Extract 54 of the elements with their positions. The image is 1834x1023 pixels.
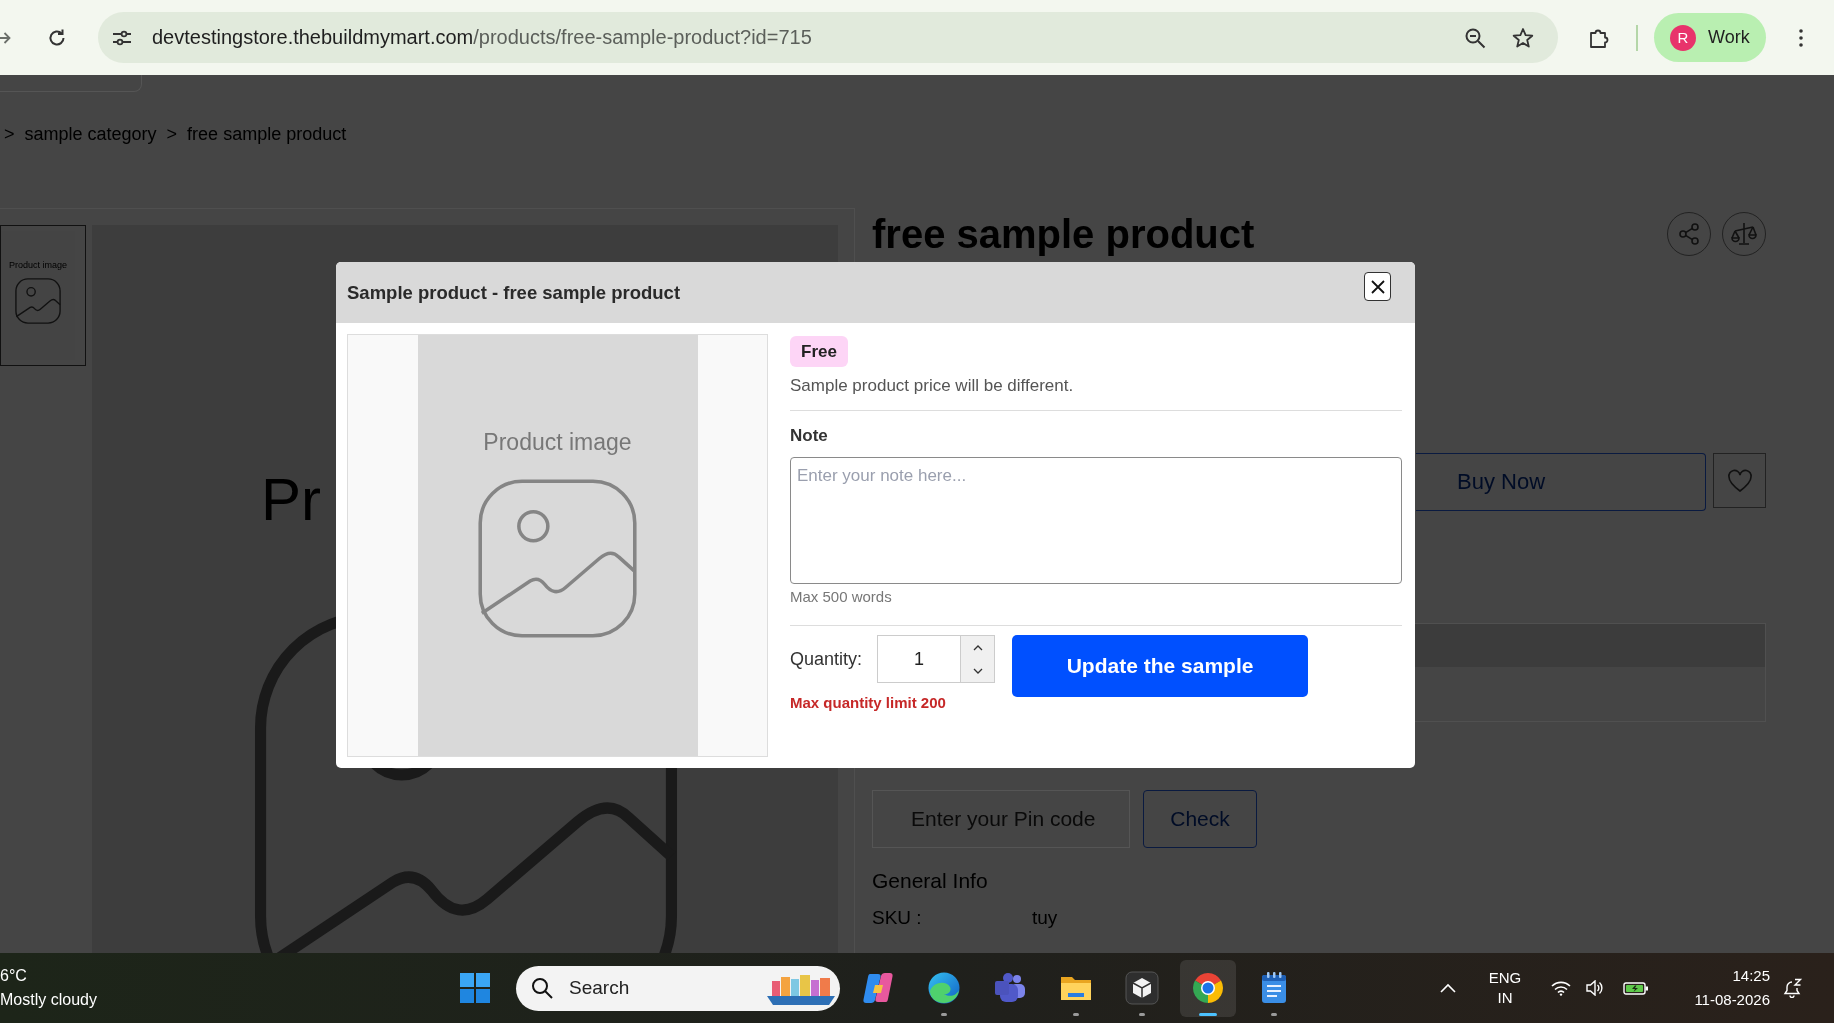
search-icon	[531, 977, 553, 999]
bell-snooze-icon[interactable]	[1783, 978, 1803, 998]
avatar: R	[1670, 24, 1696, 51]
zoom-out-icon[interactable]	[1464, 26, 1486, 49]
info-label: SKU :	[872, 906, 923, 930]
note-label: Note	[790, 426, 829, 446]
reload-icon[interactable]	[47, 27, 67, 48]
share-icon	[1676, 221, 1702, 247]
image-placeholder-icon	[15, 278, 61, 324]
clock-button[interactable]: 14:25 11-08-2026	[1670, 964, 1770, 1012]
note-field[interactable]: Enter your note here...	[790, 457, 1402, 584]
weather-temperature: 6°C	[0, 966, 28, 986]
url-text: devtestingstore.thebuildmymart.com/products/free-sample-product?id=715	[152, 26, 813, 49]
taskbar-app-button[interactable]	[1180, 959, 1236, 1017]
price-note: Sample product price will be different.	[790, 376, 1075, 396]
info-value: tuy	[1032, 906, 1058, 930]
language-button[interactable]: ENG IN	[1485, 968, 1525, 1008]
battery-icon[interactable]	[1623, 980, 1649, 996]
balance-scale-icon	[1731, 221, 1757, 247]
chevron-up-icon	[972, 644, 983, 651]
update-sample-button[interactable]: Update the sample	[1012, 635, 1309, 697]
section-heading: General Info	[872, 868, 989, 894]
product-title: free sample product	[872, 211, 1255, 258]
note-hint: Max 500 words	[790, 588, 893, 605]
windows-logo-icon	[460, 973, 490, 1003]
kebab-menu-icon[interactable]	[1799, 28, 1803, 47]
speaker-icon[interactable]	[1586, 980, 1604, 996]
pincode-field[interactable]: Enter your Pin code	[872, 790, 1130, 848]
cube-icon	[1125, 970, 1159, 1005]
ribbon-logo-icon	[861, 970, 895, 1005]
wifi-icon[interactable]	[1551, 980, 1571, 996]
weather-condition: Mostly cloudy	[0, 990, 98, 1010]
quantity-label: Quantity:	[790, 648, 863, 670]
star-icon[interactable]	[1512, 26, 1534, 49]
heart-icon	[1726, 468, 1753, 493]
chevron-down-icon	[972, 667, 983, 674]
breadcrumb-separator: >	[166, 123, 178, 145]
modal-title: Sample product - free sample product	[347, 281, 681, 304]
search-button[interactable]: Search	[516, 965, 840, 1011]
people-icon	[993, 970, 1027, 1005]
chevron-up-icon[interactable]	[1439, 982, 1457, 994]
price-badge: Free	[790, 336, 848, 367]
quantity-limit-text: Max quantity limit 200	[790, 694, 947, 711]
tricolor-circle-icon	[1191, 970, 1225, 1005]
profile-button[interactable]: R Work	[1654, 13, 1766, 62]
thumbnail-caption: Product image	[9, 260, 67, 271]
image-caption: Product image	[483, 429, 632, 455]
close-button[interactable]	[1364, 272, 1391, 301]
breadcrumb-current: free sample product	[187, 123, 347, 145]
image-caption: Pr	[261, 465, 321, 535]
wave-circle-icon	[927, 970, 961, 1005]
address-bar[interactable]: devtestingstore.thebuildmymart.com/products/free-sample-product?id=715	[98, 12, 1558, 63]
close-icon	[1370, 279, 1385, 294]
breadcrumb-separator: >	[4, 123, 15, 145]
